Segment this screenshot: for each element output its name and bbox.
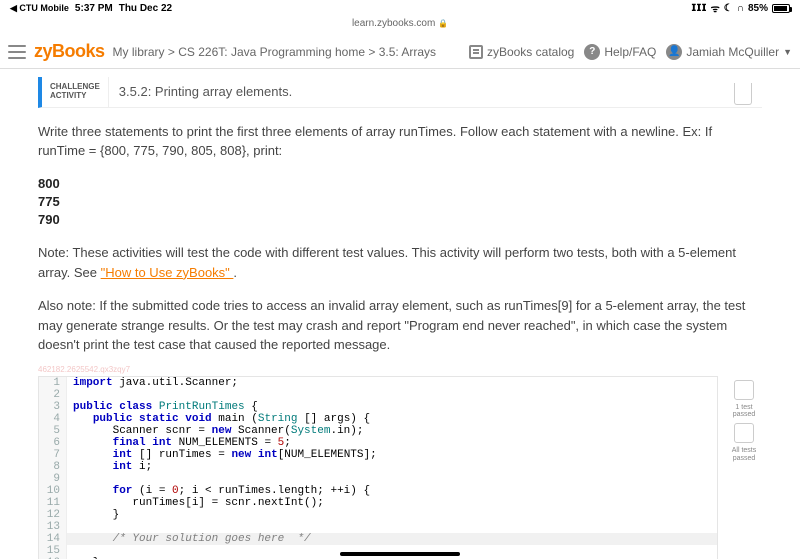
catalog-label: zyBooks catalog — [487, 45, 574, 59]
code-area: 1import java.util.Scanner; 2 3public cla… — [38, 376, 762, 559]
help-label: Help/FAQ — [604, 45, 656, 59]
sample-output: 800 775 790 — [38, 175, 762, 230]
code-editor[interactable]: 1import java.util.Scanner; 2 3public cla… — [38, 376, 718, 559]
wifi-icon: ᯤ — [711, 1, 720, 15]
chevron-down-icon: ▼ — [783, 47, 792, 57]
url-host: learn.zybooks.com — [352, 18, 435, 29]
activity-badge: CHALLENGE ACTIVITY — [42, 77, 109, 107]
battery-pct: 85% — [748, 3, 768, 14]
breadcrumb: My library > CS 226T: Java Programming h… — [113, 45, 461, 59]
catalog-icon — [469, 45, 483, 59]
test-feedback: 1 testpassed All testspassed — [726, 376, 762, 559]
catalog-link[interactable]: zyBooks catalog — [469, 45, 574, 59]
crumb-my-library[interactable]: My library — [113, 45, 165, 59]
problem-note-2: Also note: If the submitted code tries t… — [38, 296, 762, 355]
crumb-sep: > — [168, 45, 175, 59]
help-icon: ? — [584, 44, 600, 60]
crumb-section[interactable]: 3.5: Arrays — [379, 45, 436, 59]
user-name: Jamiah McQuiller — [686, 45, 779, 59]
user-menu[interactable]: 👤 Jamiah McQuiller ▼ — [666, 44, 792, 60]
test-pass-box-all — [734, 423, 754, 443]
battery-icon — [772, 4, 790, 13]
signal-icon: 𝗜𝗜𝗜 — [691, 3, 706, 14]
bookmark-icon[interactable] — [734, 83, 752, 105]
test-pass-box-1 — [734, 380, 754, 400]
help-link[interactable]: ? Help/FAQ — [584, 44, 656, 60]
headphones-icon: ∩ — [737, 3, 744, 14]
browser-url-bar[interactable]: learn.zybooks.com 🔒 — [0, 16, 800, 35]
test-pass-label-1: 1 testpassed — [733, 404, 756, 419]
problem-note-1: Note: These activities will test the cod… — [38, 243, 762, 282]
activity-title: 3.5.2: Printing array elements. — [109, 84, 292, 99]
problem-intro: Write three statements to print the firs… — [38, 122, 762, 161]
zybooks-logo[interactable]: zyBooks — [34, 41, 105, 62]
return-to-app[interactable]: ◀ CTU Mobile — [10, 3, 69, 14]
how-to-use-link[interactable]: "How to Use zyBooks" — [101, 265, 234, 280]
menu-button[interactable] — [8, 45, 26, 59]
home-indicator[interactable] — [340, 552, 460, 556]
lock-icon: 🔒 — [438, 19, 448, 28]
moon-icon: ☾ — [724, 3, 733, 14]
test-pass-label-all: All testspassed — [732, 447, 757, 462]
crumb-course-home[interactable]: CS 226T: Java Programming home — [178, 45, 365, 59]
crumb-sep: > — [368, 45, 375, 59]
avatar-icon: 👤 — [666, 44, 682, 60]
watermark: 462182.2625542.qx3zqy7 — [38, 365, 762, 374]
status-time: 5:37 PM — [75, 3, 113, 14]
activity-header: CHALLENGE ACTIVITY 3.5.2: Printing array… — [38, 77, 762, 108]
top-nav: zyBooks My library > CS 226T: Java Progr… — [0, 35, 800, 69]
status-bar: ◀ CTU Mobile 5:37 PM Thu Dec 22 𝗜𝗜𝗜 ᯤ ☾ … — [0, 0, 800, 16]
status-date: Thu Dec 22 — [119, 3, 172, 14]
main-content: CHALLENGE ACTIVITY 3.5.2: Printing array… — [0, 77, 800, 559]
